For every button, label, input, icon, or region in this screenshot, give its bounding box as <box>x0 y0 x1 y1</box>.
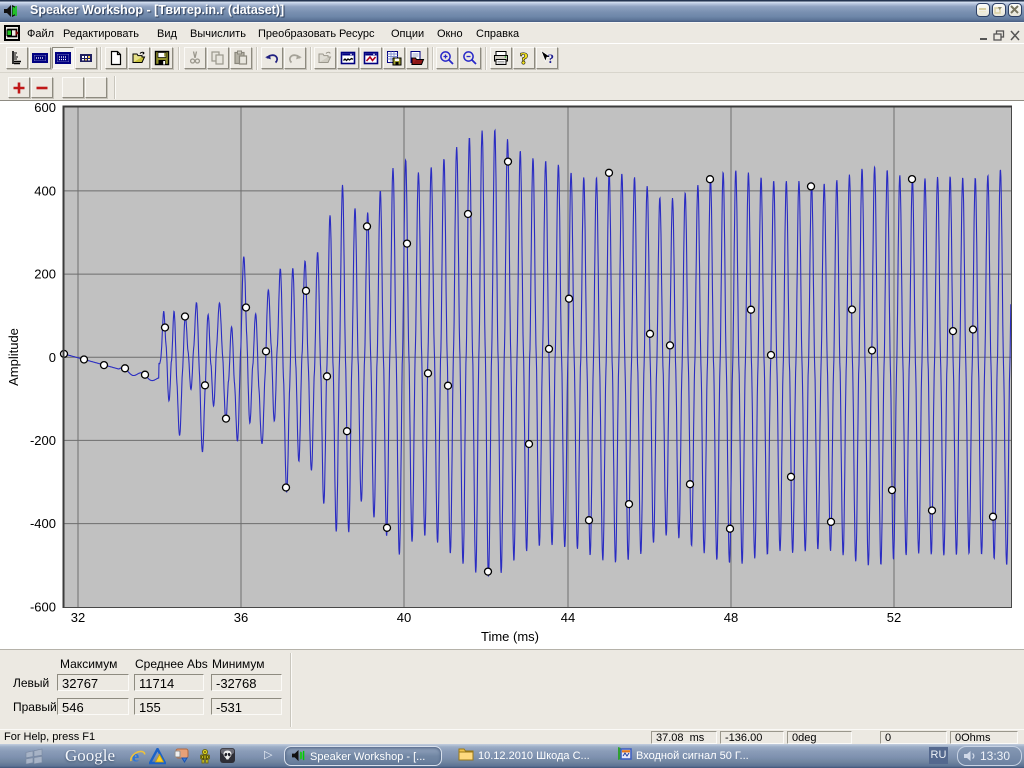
svg-text:32: 32 <box>71 610 85 625</box>
svg-text:-200: -200 <box>30 433 56 448</box>
svg-text:-400: -400 <box>30 516 56 531</box>
svg-text:600: 600 <box>34 101 56 115</box>
svg-text:52: 52 <box>887 610 901 625</box>
svg-text:?: ? <box>548 51 555 66</box>
svg-text:e: e <box>132 749 139 766</box>
svg-text:36: 36 <box>234 610 248 625</box>
svg-text:?: ? <box>520 50 529 66</box>
svg-text:Amplitude: Amplitude <box>6 328 21 386</box>
svg-text:200: 200 <box>34 267 56 282</box>
svg-text:-600: -600 <box>30 599 56 614</box>
svg-text:44: 44 <box>561 610 575 625</box>
svg-text:400: 400 <box>34 183 56 198</box>
svg-text:40: 40 <box>397 610 411 625</box>
svg-text:48: 48 <box>724 610 738 625</box>
svg-text:0: 0 <box>49 350 56 365</box>
svg-text:qip: qip <box>201 755 210 761</box>
svg-text:Time (ms): Time (ms) <box>481 629 539 644</box>
